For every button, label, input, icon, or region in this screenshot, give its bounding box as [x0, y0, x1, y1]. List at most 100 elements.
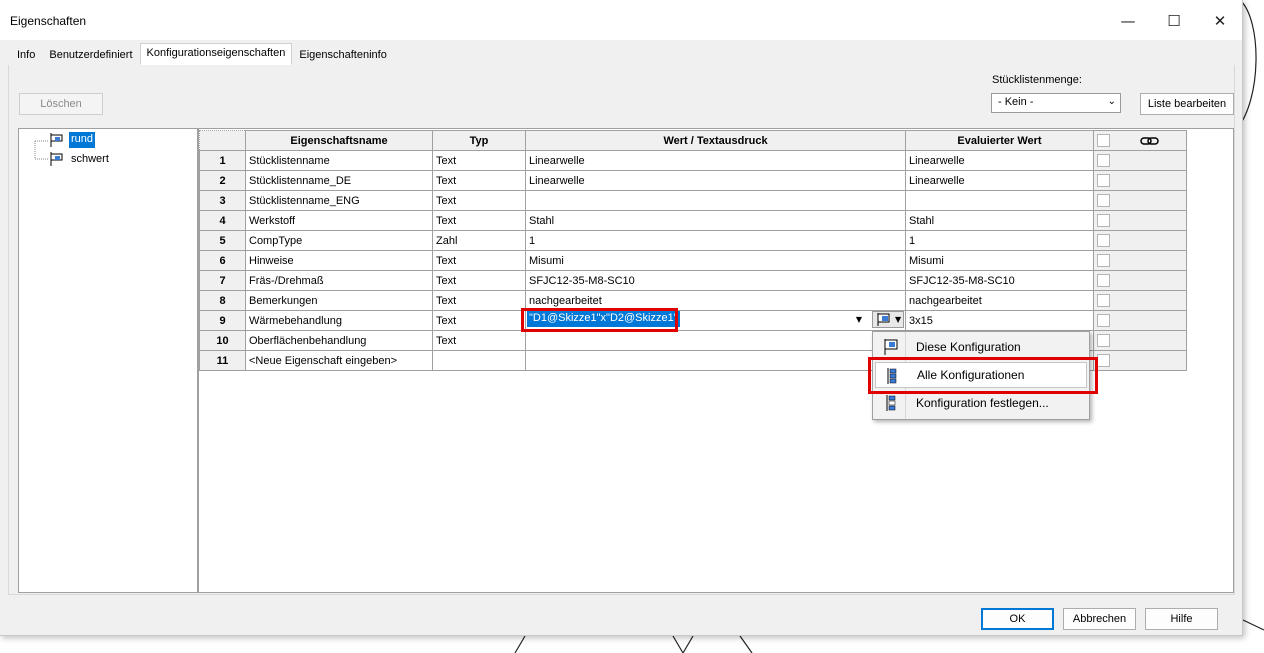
link-checkbox[interactable] [1097, 214, 1110, 227]
cell-link [1093, 330, 1187, 351]
cell-name[interactable]: Hinweise [245, 250, 433, 271]
cell-value[interactable]: Stahl [525, 210, 906, 231]
table-row[interactable]: 7 Fräs-/Drehmaß Text SFJC12-35-M8-SC10 SFJC1… [199, 270, 1187, 291]
tab-configuration-properties[interactable]: Konfigurationseigenschaften [139, 43, 293, 65]
new-property-cell[interactable]: <Neue Eigenschaft eingeben> [245, 350, 433, 371]
specify-configuration-icon [886, 395, 896, 411]
header-property-name[interactable]: Eigenschaftsname [245, 130, 433, 151]
cell-evaluated: nachgearbeitet [905, 290, 1094, 311]
cell-type[interactable]: Text [432, 290, 526, 311]
link-checkbox[interactable] [1097, 254, 1110, 267]
cell-type[interactable]: Text [432, 310, 526, 331]
row-number[interactable]: 6 [199, 250, 246, 271]
cell-value[interactable] [525, 330, 906, 351]
cell-name[interactable]: Stücklistenname_DE [245, 170, 433, 191]
cell-type[interactable]: Text [432, 170, 526, 191]
row-number[interactable]: 4 [199, 210, 246, 231]
ok-button[interactable]: OK [981, 608, 1054, 630]
chevron-down-icon: ▼ [895, 315, 902, 324]
row-number[interactable]: 11 [199, 350, 246, 371]
row-number[interactable]: 2 [199, 170, 246, 191]
table-row[interactable]: 6 Hinweise Text Misumi Misumi [199, 250, 1187, 271]
cell-type[interactable]: Text [432, 330, 526, 351]
cell-value[interactable]: Linearwelle [525, 150, 906, 171]
tab-property-info[interactable]: Eigenschafteninfo [292, 45, 393, 65]
all-configurations-highlight [868, 357, 1098, 394]
cell-value[interactable] [525, 190, 906, 211]
link-checkbox[interactable] [1097, 234, 1110, 247]
row-number[interactable]: 1 [199, 150, 246, 171]
link-checkbox[interactable] [1097, 314, 1110, 327]
cell-evaluated [905, 190, 1094, 211]
minimize-button[interactable]: — [1105, 6, 1151, 36]
cell-name[interactable]: Oberflächenbehandlung [245, 330, 433, 351]
link-icon [1140, 136, 1159, 145]
cell-value[interactable] [525, 350, 906, 371]
delete-button[interactable]: Löschen [19, 93, 103, 115]
cell-type[interactable]: Text [432, 190, 526, 211]
configuration-icon [50, 133, 63, 147]
cell-type[interactable]: Zahl [432, 230, 526, 251]
cell-value[interactable]: Linearwelle [525, 170, 906, 191]
table-row[interactable]: 5 CompType Zahl 1 1 [199, 230, 1187, 251]
link-checkbox[interactable] [1097, 294, 1110, 307]
row-number[interactable]: 5 [199, 230, 246, 251]
table-row[interactable]: 4 Werkstoff Text Stahl Stahl [199, 210, 1187, 231]
link-checkbox[interactable] [1097, 274, 1110, 287]
help-button[interactable]: Hilfe [1145, 608, 1218, 630]
bom-quantity-label: Stücklistenmenge: [992, 74, 1082, 86]
cell-name[interactable]: Stücklistenname [245, 150, 433, 171]
table-row[interactable]: 9 Wärmebehandlung Text 3x15 [199, 310, 1187, 331]
cell-name[interactable]: Werkstoff [245, 210, 433, 231]
cell-link [1093, 210, 1187, 231]
select-all-checkbox[interactable] [1097, 134, 1110, 147]
tab-info[interactable]: Info [10, 45, 42, 65]
link-checkbox[interactable] [1097, 354, 1110, 367]
row-number[interactable]: 7 [199, 270, 246, 291]
tab-custom[interactable]: Benutzerdefiniert [42, 45, 139, 65]
link-checkbox[interactable] [1097, 194, 1110, 207]
tree-item-rund[interactable]: rund [69, 132, 96, 148]
cell-type[interactable]: Text [432, 250, 526, 271]
value-input-highlight [521, 308, 678, 332]
cancel-button[interactable]: Abbrechen [1063, 608, 1136, 630]
table-row[interactable]: 1 Stücklistenname Text Linearwelle Linearwel… [199, 150, 1187, 171]
table-row[interactable]: 3 Stücklistenname_ENG Text [199, 190, 1187, 211]
corner-cell[interactable] [199, 130, 246, 151]
link-checkbox[interactable] [1097, 334, 1110, 347]
row-number[interactable]: 9 [199, 310, 246, 331]
chevron-down-icon: ⌄ [1107, 96, 1116, 107]
cell-name[interactable]: Fräs-/Drehmaß [245, 270, 433, 291]
header-type[interactable]: Typ [432, 130, 526, 151]
row-number[interactable]: 3 [199, 190, 246, 211]
table-row[interactable]: 2 Stücklistenname_DE Text Linearwelle Linear… [199, 170, 1187, 191]
configuration-scope-button[interactable]: ▼ [872, 311, 904, 328]
maximize-button[interactable]: ☐ [1151, 6, 1197, 36]
tree-item-schwert[interactable]: schwert [69, 152, 111, 168]
cell-type[interactable] [432, 350, 526, 371]
maximize-icon: ☐ [1167, 12, 1181, 30]
cell-name[interactable]: Wärmebehandlung [245, 310, 433, 331]
cell-name[interactable]: CompType [245, 230, 433, 251]
bom-quantity-select[interactable]: - Kein - ⌄ [991, 93, 1121, 113]
cell-name[interactable]: Stücklistenname_ENG [245, 190, 433, 211]
value-dropdown-arrow[interactable]: ▼ [851, 312, 867, 327]
cell-value[interactable]: SFJC12-35-M8-SC10 [525, 270, 906, 291]
row-number[interactable]: 8 [199, 290, 246, 311]
cell-name[interactable]: Bemerkungen [245, 290, 433, 311]
link-checkbox[interactable] [1097, 154, 1110, 167]
cell-evaluated: Stahl [905, 210, 1094, 231]
header-value[interactable]: Wert / Textausdruck [525, 130, 906, 151]
edit-list-button[interactable]: Liste bearbeiten [1140, 93, 1234, 115]
row-number[interactable]: 10 [199, 330, 246, 351]
cell-link [1093, 250, 1187, 271]
cell-type[interactable]: Text [432, 270, 526, 291]
cell-type[interactable]: Text [432, 150, 526, 171]
table-row[interactable]: 8 Bemerkungen Text nachgearbeitet nachgearbe… [199, 290, 1187, 311]
header-evaluated[interactable]: Evaluierter Wert [905, 130, 1094, 151]
cell-value[interactable]: Misumi [525, 250, 906, 271]
cell-type[interactable]: Text [432, 210, 526, 231]
close-button[interactable]: ✕ [1197, 6, 1243, 36]
cell-value[interactable]: 1 [525, 230, 906, 251]
link-checkbox[interactable] [1097, 174, 1110, 187]
